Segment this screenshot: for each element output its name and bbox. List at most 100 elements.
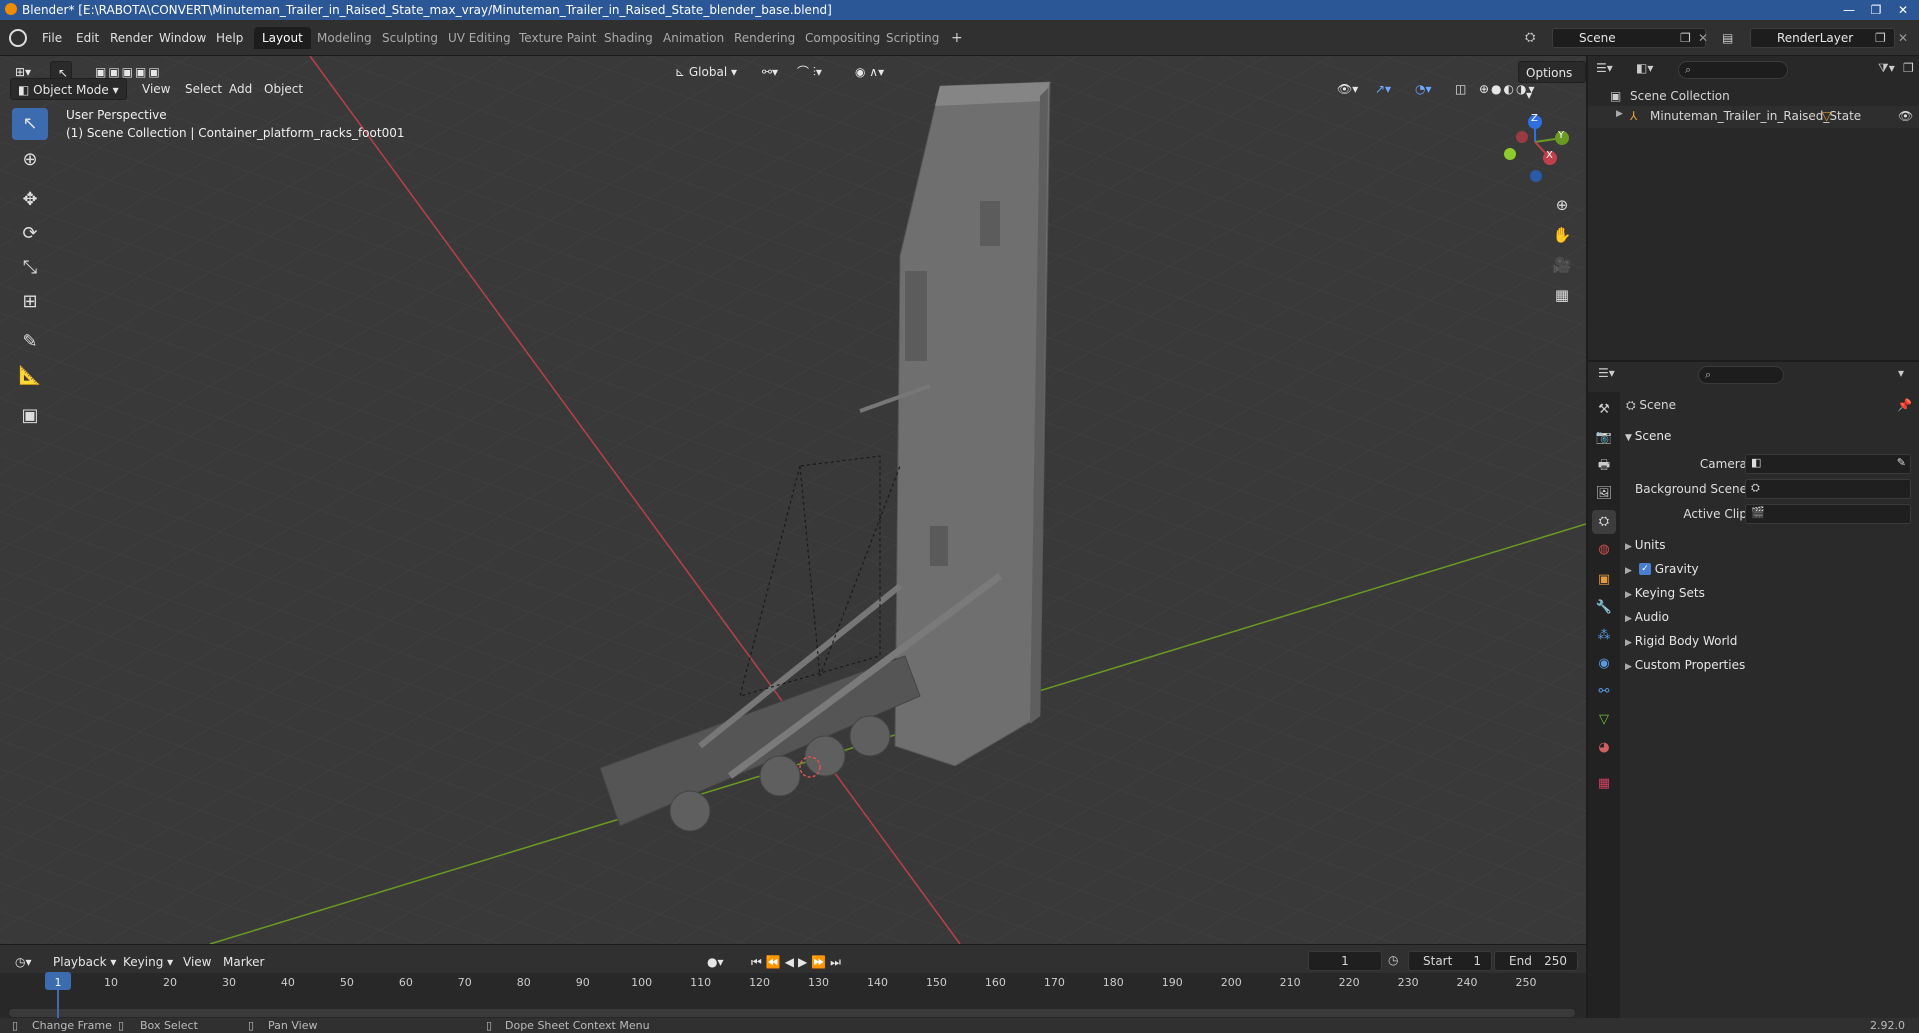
delete-scene-icon[interactable]: ✕	[1698, 28, 1708, 48]
active-clip-field[interactable]: 🎬	[1745, 504, 1911, 524]
properties-search-input[interactable]: ⌕	[1698, 366, 1784, 384]
timeline-editor-icon[interactable]: ◷▾	[8, 951, 39, 973]
render-tab-icon[interactable]: 📷	[1592, 426, 1616, 450]
texture-tab-icon[interactable]: ▦	[1592, 772, 1616, 796]
marker-menu[interactable]: Marker	[216, 951, 271, 973]
world-tab-icon[interactable]: ◍	[1592, 538, 1616, 562]
viewport-menu-add[interactable]: Add	[222, 78, 259, 100]
pin-icon[interactable]: 📌	[1897, 394, 1912, 416]
tab-layout[interactable]: Layout	[254, 27, 311, 49]
scale-tool-icon[interactable]: ⤡	[12, 252, 48, 284]
outliner-editor-icon[interactable]: ☰▾	[1596, 61, 1613, 75]
constraints-tab-icon[interactable]: ⚯	[1592, 680, 1616, 704]
properties-editor-icon[interactable]: ☰▾	[1598, 366, 1615, 380]
viewport-menu-view[interactable]: View	[135, 78, 177, 100]
menu-edit[interactable]: Edit	[70, 28, 105, 48]
particles-tab-icon[interactable]: ⁂	[1592, 624, 1616, 648]
new-scene-icon[interactable]: ❐	[1680, 28, 1691, 48]
add-workspace-button[interactable]: +	[943, 27, 971, 49]
delete-layer-icon[interactable]: ✕	[1898, 28, 1908, 48]
outliner-row-object[interactable]: ▶ ⅄ Minuteman_Trailer_in_Raised_State ▽ …	[1588, 106, 1919, 128]
object-tab-icon[interactable]: ▣	[1592, 568, 1616, 592]
minimize-button[interactable]: —	[1835, 0, 1863, 20]
gizmo-toggle-icon[interactable]: ↗▾	[1368, 78, 1398, 100]
tab-texture-paint[interactable]: Texture Paint	[511, 27, 604, 49]
transform-tool-icon[interactable]: ⊞	[12, 286, 48, 318]
move-tool-icon[interactable]: ✥	[12, 184, 48, 216]
properties-options-icon[interactable]: ▾	[1898, 366, 1904, 380]
add-cube-tool-icon[interactable]: ▣	[12, 400, 48, 432]
annotate-tool-icon[interactable]: ✎	[12, 326, 48, 358]
outliner-row-scene-collection[interactable]: ▣ Scene Collection	[1588, 86, 1919, 108]
rigid-body-world-panel-header[interactable]: ▶ Rigid Body World	[1625, 630, 1915, 652]
display-mode-icon[interactable]: ◧▾	[1636, 61, 1653, 75]
units-panel-header[interactable]: ▶ Units	[1625, 534, 1915, 556]
eye-icon[interactable]: 👁	[1898, 109, 1913, 123]
view-layer-tab-icon[interactable]: 🖼	[1592, 482, 1616, 506]
menu-help[interactable]: Help	[210, 28, 249, 48]
playback-controls-icons[interactable]: ⏮⏪◀▶⏩⏭	[744, 951, 852, 973]
outliner-search-input[interactable]: ⌕	[1678, 61, 1788, 79]
scene-panel-header[interactable]: ▼ Scene	[1625, 425, 1915, 447]
end-frame-field[interactable]: End 250	[1494, 951, 1578, 971]
gravity-panel-header[interactable]: ▶ ✓ Gravity	[1625, 558, 1915, 580]
camera-view-icon[interactable]: 🎥	[1549, 252, 1575, 278]
scene-tab-icon[interactable]: ⛭	[1592, 510, 1616, 534]
current-frame-field[interactable]: 1	[1308, 951, 1382, 971]
pan-hand-icon[interactable]: ✋	[1549, 222, 1575, 248]
menu-window[interactable]: Window	[153, 28, 212, 48]
zoom-icon[interactable]: ⊕	[1549, 192, 1575, 218]
expand-arrow-icon[interactable]: ▶	[1616, 109, 1623, 119]
visibility-icon[interactable]: 👁▾	[1330, 78, 1365, 100]
maximize-button[interactable]: ❐	[1862, 0, 1890, 20]
output-tab-icon[interactable]: 🖶	[1592, 454, 1616, 478]
overlay-toggle-icon[interactable]: ◔▾	[1408, 78, 1439, 100]
menu-file[interactable]: File	[36, 28, 68, 48]
tool-tab-icon[interactable]: ⚒	[1592, 398, 1616, 422]
shading-mode-icons[interactable]: ⊕●◐◑▾	[1472, 78, 1544, 100]
transform-orientation-dropdown[interactable]: ⊾ Global ▾	[668, 61, 744, 83]
snap-icon[interactable]: ⌒ ⫶▾	[790, 61, 829, 83]
tab-animation[interactable]: Animation	[655, 27, 732, 49]
timeline-scrollbar[interactable]	[9, 1009, 1575, 1017]
custom-properties-panel-header[interactable]: ▶ Custom Properties	[1625, 654, 1915, 676]
camera-field[interactable]: ◧ ✎	[1745, 454, 1911, 474]
keying-sets-panel-header[interactable]: ▶ Keying Sets	[1625, 582, 1915, 604]
record-icon[interactable]: ●▾	[700, 951, 731, 973]
new-collection-icon[interactable]: ❐	[1903, 61, 1914, 75]
measure-tool-icon[interactable]: 📐	[12, 360, 48, 392]
render-layer-selector[interactable]: RenderLayer	[1750, 28, 1895, 48]
tab-sculpting[interactable]: Sculpting	[374, 27, 446, 49]
menu-render[interactable]: Render	[104, 28, 159, 48]
material-tab-icon[interactable]: ◕	[1592, 736, 1616, 760]
xray-toggle-icon[interactable]: ◫	[1448, 78, 1473, 100]
eyedropper-icon[interactable]: ✎	[1897, 456, 1906, 469]
close-button[interactable]: ✕	[1889, 0, 1917, 20]
object-mode-dropdown[interactable]: ◧ Object Mode ▾	[10, 78, 127, 100]
modifier-tab-icon[interactable]: 🔧	[1592, 596, 1616, 620]
filter-icon[interactable]: ⧩▾	[1878, 61, 1895, 76]
viewport-menu-object[interactable]: Object	[257, 78, 310, 100]
tab-modeling[interactable]: Modeling	[309, 27, 380, 49]
preview-range-icon[interactable]: ◷	[1388, 953, 1398, 967]
3d-viewport[interactable]	[0, 56, 1586, 944]
rotate-tool-icon[interactable]: ⟳	[12, 218, 48, 250]
tab-rendering[interactable]: Rendering	[726, 27, 803, 49]
ortho-grid-icon[interactable]: ▦	[1549, 282, 1575, 308]
timeline-view-menu[interactable]: View	[176, 951, 218, 973]
blender-menu-icon[interactable]	[9, 29, 27, 47]
select-box-tool-icon[interactable]: ↖	[12, 108, 48, 140]
proportional-editing-icon[interactable]: ◉ ∧▾	[848, 61, 891, 83]
gravity-checkbox[interactable]: ✓	[1639, 563, 1651, 575]
tab-shading[interactable]: Shading	[596, 27, 661, 49]
cursor-tool-icon[interactable]: ⊕	[12, 144, 48, 176]
tab-uv-editing[interactable]: UV Editing	[440, 27, 519, 49]
keying-menu[interactable]: Keying ▾	[116, 951, 180, 973]
background-scene-field[interactable]: ⛭	[1745, 479, 1911, 499]
data-tab-icon[interactable]: ▽	[1592, 708, 1616, 732]
audio-panel-header[interactable]: ▶ Audio	[1625, 606, 1915, 628]
start-frame-field[interactable]: Start 1	[1408, 951, 1492, 971]
tab-compositing[interactable]: Compositing	[797, 27, 888, 49]
pivot-point-icon[interactable]: ⚯▾	[755, 61, 785, 83]
physics-tab-icon[interactable]: ◉	[1592, 652, 1616, 676]
